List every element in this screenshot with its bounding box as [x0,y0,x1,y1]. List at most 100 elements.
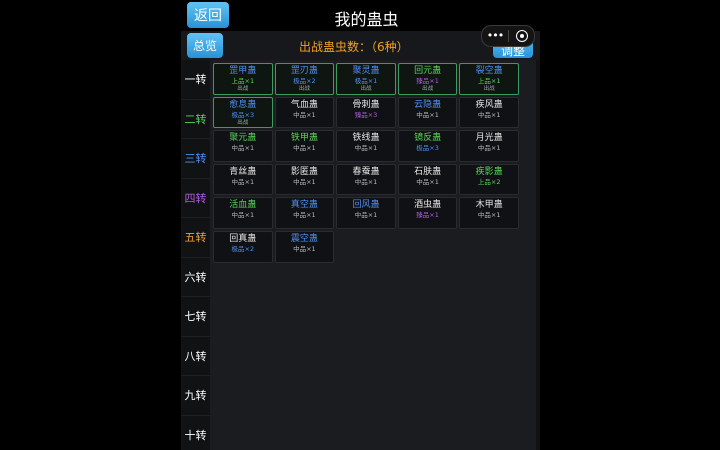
target-icon[interactable] [509,30,534,42]
gu-card[interactable]: 月光蛊 中品×1 [459,130,519,162]
gu-name: 月光蛊 [475,133,503,144]
tier-tab-10[interactable]: 十转 [181,416,210,450]
gu-grade: 中品×1 [293,244,316,253]
gu-card[interactable]: 云隐蛊 中品×1 [397,96,458,129]
gu-card[interactable]: 骨刺蛊 臻品×3 [336,96,396,129]
gu-name: 云隐蛊 [414,99,442,110]
gu-grade: 上品×1 [477,77,501,85]
tier-sidebar: 一转 二转 三转 四转 五转 六转 七转 八转 九转 十转 [181,60,210,450]
gu-card[interactable]: 青丝蛊 中品×1 [213,163,273,196]
gu-card[interactable]: 铁甲蛊 中品×1 [274,130,335,162]
gu-name: 活血蛊 [229,200,257,211]
gu-grade: 中品×1 [293,211,316,220]
gu-grade: 中品×1 [354,211,378,220]
gu-grid: 罡甲蛊 上品×1 出战 罡刃蛊 极品×2 出战 聚灵蛊 极品×1 出战 回元蛊 臻品×1 出战 裂空蛊上… [213,63,525,263]
gu-card[interactable]: 疾风蛊 中品×1 [459,96,519,129]
gu-name: 铁线蛊 [352,133,380,144]
active-gu-count: 出战蛊虫数：（6种） [299,40,409,54]
gu-grade: 极品×3 [231,110,255,119]
gu-name: 疾影蛊 [475,166,503,177]
gu-name: 气血蛊 [290,99,318,110]
gu-card[interactable]: 镜反蛊 极品×3 [397,130,458,162]
overview-button[interactable]: 总览 [187,33,223,58]
gu-grade: 中品×1 [416,110,439,119]
gu-name: 铁甲蛊 [290,133,318,144]
gu-status: 出战 [360,86,372,92]
more-dots-icon[interactable]: ••• [482,26,508,46]
gu-grade: 极品×2 [231,244,255,253]
gu-name: 裂空蛊 [475,66,503,76]
tier-tab-2[interactable]: 二转 [181,100,210,139]
tier-tab-4[interactable]: 四转 [181,179,210,218]
gu-grade: 中品×1 [416,177,439,186]
gu-grade: 中品×1 [293,110,316,119]
gu-grade: 中品×1 [231,144,255,153]
gu-card[interactable]: 聚灵蛊 极品×1 出战 [336,63,396,95]
gu-card[interactable]: 影匿蛊 中品×1 [274,163,335,196]
gu-grade: 上品×2 [477,177,501,186]
tier-tab-1[interactable]: 一转 [181,60,210,100]
gu-card[interactable]: 震空蛊 中品×1 [274,230,335,263]
gu-card[interactable]: 罡刃蛊 极品×2 出战 [274,63,335,95]
tier-tab-3[interactable]: 三转 [181,139,210,179]
gu-status: 出战 [422,86,434,92]
tier-tab-7[interactable]: 七转 [181,297,210,337]
gu-name: 酒虫蛊 [414,200,442,211]
gu-card[interactable]: 回真蛊 极品×2 [213,230,273,263]
gu-name: 罡甲蛊 [229,66,257,76]
gu-name: 真空蛊 [290,200,318,211]
gu-name: 罡刃蛊 [290,66,318,76]
tier-tab-9[interactable]: 九转 [181,376,210,416]
gu-name: 聚元蛊 [229,133,257,144]
gu-name: 石肤蛊 [414,166,442,177]
gu-status: 出战 [237,86,249,92]
gu-grade: 中品×1 [231,211,255,220]
gu-status: 出战 [483,86,495,92]
gu-card[interactable]: 活血蛊 中品×1 [213,197,273,229]
tier-tab-5[interactable]: 五转 [181,218,210,258]
gu-name: 春蚕蛊 [352,166,380,177]
gu-collection-screen: 返回 我的蛊虫 总览 出战蛊虫数：（6种） 调整 ••• 一转 二转 三转 四转 五转六… [181,0,540,450]
gu-grade: 中品×1 [354,177,378,186]
gu-name: 木甲蛊 [475,200,503,211]
gu-card[interactable]: 罡甲蛊 上品×1 出战 [213,63,273,95]
gu-card[interactable]: 铁线蛊 中品×1 [336,130,396,162]
gu-name: 骨刺蛊 [352,99,380,110]
gu-card[interactable]: 聚元蛊 中品×1 [213,130,273,162]
gu-name: 回真蛊 [229,233,257,244]
gu-grade: 中品×1 [477,144,501,153]
gu-card[interactable]: 真空蛊 中品×1 [274,197,335,229]
gu-grade: 极品×3 [416,144,439,153]
gu-name: 回风蛊 [352,200,380,211]
gu-grade: 中品×1 [293,177,316,186]
gu-grade: 臻品×3 [354,110,378,119]
gu-card[interactable]: 春蚕蛊 中品×1 [336,163,396,196]
gu-name: 愈息蛊 [229,99,257,110]
gu-grade: 中品×1 [231,177,255,186]
gu-card[interactable]: 气血蛊 中品×1 [274,96,335,129]
gu-card[interactable]: 愈息蛊 极品×3 出战 [213,96,273,129]
gu-status: 出战 [237,119,249,126]
gu-grade: 中品×1 [293,144,316,153]
gu-card[interactable]: 木甲蛊 中品×1 [459,197,519,229]
gu-name: 震空蛊 [290,233,318,244]
gu-grade: 臻品×1 [416,211,439,220]
gu-grade: 中品×1 [354,144,378,153]
gu-card[interactable]: 石肤蛊 中品×1 [397,163,458,196]
gu-name: 聚灵蛊 [352,66,380,76]
gu-card[interactable]: 回元蛊 臻品×1 出战 [397,63,458,95]
gu-grade: 中品×1 [477,110,501,119]
gu-name: 青丝蛊 [229,166,257,177]
gu-card[interactable]: 裂空蛊 上品×1 出战 [459,63,519,95]
gu-name: 回元蛊 [414,66,442,76]
gu-card[interactable]: 回风蛊 中品×1 [336,197,396,229]
tier-tab-8[interactable]: 八转 [181,337,210,376]
gu-card[interactable]: 酒虫蛊 臻品×1 [397,197,458,229]
gu-grid-panel: 罡甲蛊 上品×1 出战 罡刃蛊 极品×2 出战 聚灵蛊 极品×1 出战 回元蛊 臻品×1 出战 裂空蛊上… [210,60,536,450]
gu-name: 影匿蛊 [290,166,318,177]
gu-grade: 极品×2 [293,77,316,85]
tier-tab-6[interactable]: 六转 [181,258,210,297]
gu-grade: 中品×1 [477,211,501,220]
gu-grade: 上品×1 [231,77,255,85]
gu-card[interactable]: 疾影蛊 上品×2 [459,163,519,196]
